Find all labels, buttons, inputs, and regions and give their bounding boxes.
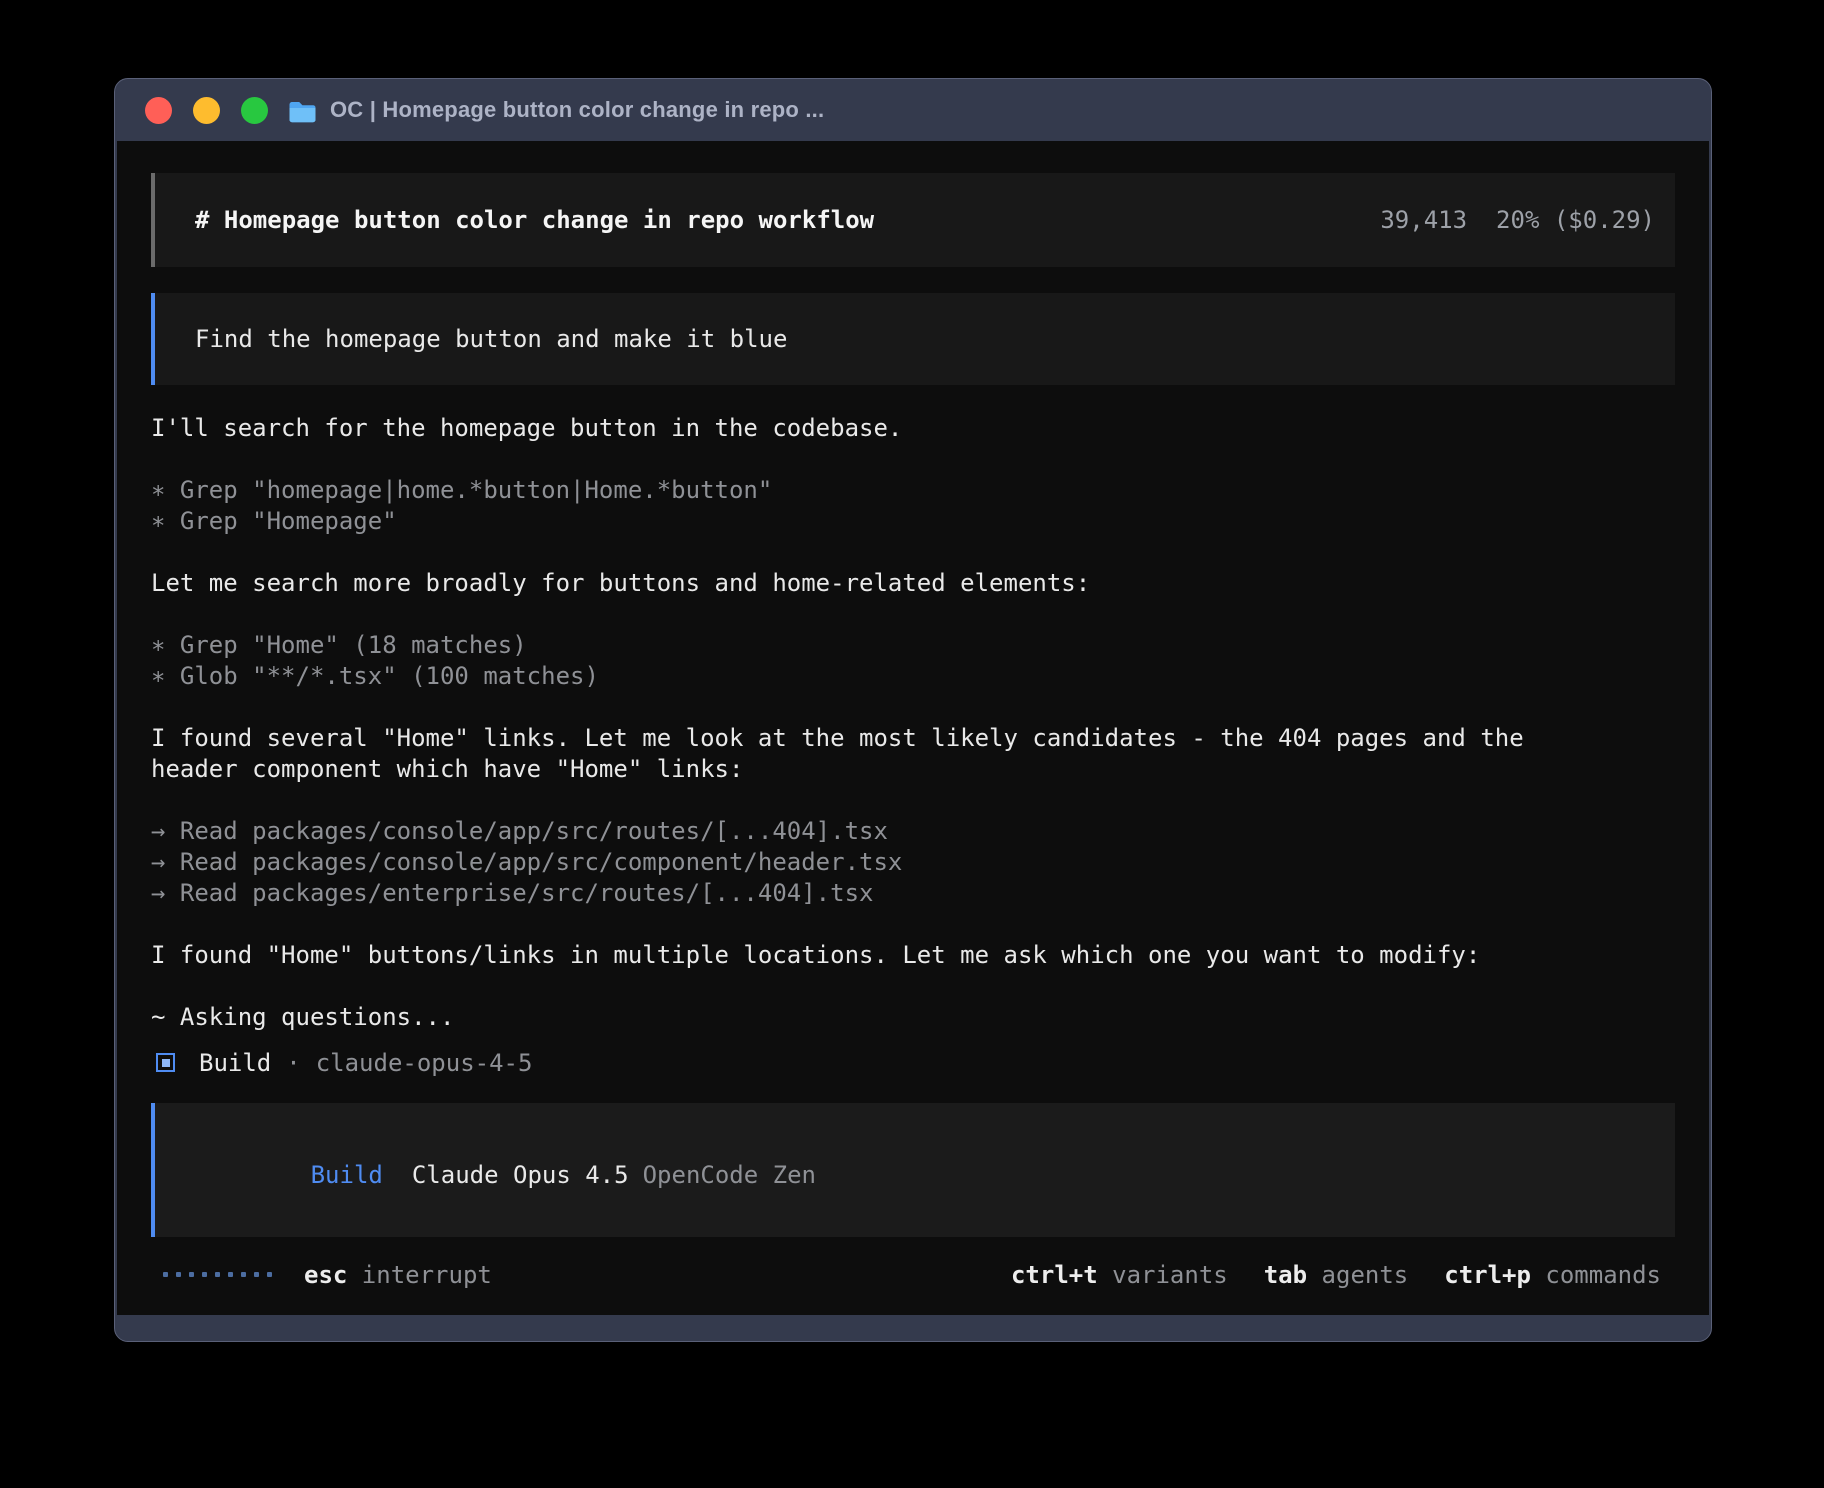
- token-count: 39,413: [1380, 206, 1467, 234]
- maximize-button[interactable]: [241, 97, 268, 124]
- folder-icon: [288, 100, 317, 123]
- terminal-window: OC | Homepage button color change in rep…: [114, 78, 1712, 1342]
- spinner-dot: [189, 1272, 194, 1277]
- agent-badge-icon: [156, 1053, 175, 1072]
- message-line: I found several "Home" links. Let me loo…: [151, 723, 1675, 754]
- hint-label: commands: [1531, 1261, 1661, 1289]
- message-line: → Read packages/console/app/src/routes/[…: [151, 816, 1675, 847]
- spinner-dot: [254, 1272, 259, 1277]
- traffic-lights: [145, 97, 268, 124]
- keyboard-hint: esc interrupt: [304, 1261, 492, 1289]
- message-line: ∗ Grep "Home" (18 matches): [151, 630, 1675, 661]
- agent-name: Build: [311, 1161, 383, 1189]
- message-line: ~ Asking questions...: [151, 1002, 1675, 1033]
- tool-call-list: ∗ Grep "Home" (18 matches)∗ Glob "**/*.t…: [151, 630, 1675, 692]
- left-keyboard-hints: esc interrupt: [304, 1261, 492, 1289]
- message-line: I'll search for the homepage button in t…: [151, 413, 1675, 444]
- hint-label: agents: [1307, 1261, 1408, 1289]
- spinner-dots: [163, 1272, 272, 1277]
- message-line: → Read packages/enterprise/src/routes/[.…: [151, 878, 1675, 909]
- right-keyboard-hints: ctrl+t variants tab agents ctrl+p commands: [1011, 1261, 1661, 1289]
- hint-key: ctrl+t: [1011, 1261, 1098, 1289]
- spinner-dot: [163, 1272, 168, 1277]
- window-title: OC | Homepage button color change in rep…: [330, 97, 824, 123]
- assistant-text: I found several "Home" links. Let me loo…: [151, 723, 1675, 785]
- session-title: # Homepage button color change in repo w…: [195, 206, 874, 234]
- spinner-dot: [228, 1272, 233, 1277]
- status-bar: esc interrupt ctrl+t variantstab agentsc…: [151, 1259, 1675, 1290]
- agent-status-model: claude-opus-4-5: [316, 1049, 533, 1077]
- prompt-input[interactable]: Build Claude Opus 4.5 OpenCode Zen: [151, 1103, 1675, 1237]
- close-button[interactable]: [145, 97, 172, 124]
- spinner-dot: [202, 1272, 207, 1277]
- tool-call-list: ∗ Grep "homepage|home.*button|Home.*butt…: [151, 475, 1675, 537]
- message-line: ∗ Grep "homepage|home.*button|Home.*butt…: [151, 475, 1675, 506]
- model-name: Claude Opus 4.5: [412, 1161, 629, 1189]
- message-line: ∗ Glob "**/*.tsx" (100 matches): [151, 661, 1675, 692]
- hint-key: ctrl+p: [1444, 1261, 1531, 1289]
- status-bar-left: esc interrupt: [163, 1261, 492, 1289]
- provider-name: OpenCode Zen: [643, 1161, 816, 1189]
- session-stats: 39,413 20% ($0.29): [1380, 206, 1655, 234]
- assistant-text: Let me search more broadly for buttons a…: [151, 568, 1675, 599]
- model-row: Build Claude Opus 4.5 OpenCode Zen: [195, 1129, 1675, 1222]
- message-line: → Read packages/console/app/src/componen…: [151, 847, 1675, 878]
- keyboard-hint: ctrl+p commands: [1444, 1261, 1661, 1289]
- tool-call-list: → Read packages/console/app/src/routes/[…: [151, 816, 1675, 909]
- context-usage-cost: 20% ($0.29): [1496, 206, 1655, 234]
- window-titlebar[interactable]: OC | Homepage button color change in rep…: [115, 79, 1711, 141]
- spinner-dot: [267, 1272, 272, 1277]
- conversation: I'll search for the homepage button in t…: [151, 413, 1675, 1033]
- terminal-content: # Homepage button color change in repo w…: [117, 141, 1709, 1315]
- spinner-dot: [241, 1272, 246, 1277]
- message-line: Let me search more broadly for buttons a…: [151, 568, 1675, 599]
- spinner-dot: [176, 1272, 181, 1277]
- message-line: I found "Home" buttons/links in multiple…: [151, 940, 1675, 971]
- minimize-button[interactable]: [193, 97, 220, 124]
- hint-key: esc: [304, 1261, 347, 1289]
- session-header: # Homepage button color change in repo w…: [151, 173, 1675, 267]
- user-message: Find the homepage button and make it blu…: [151, 293, 1675, 385]
- keyboard-hint: ctrl+t variants: [1011, 1261, 1228, 1289]
- spinner-dot: [215, 1272, 220, 1277]
- assistant-text: I found "Home" buttons/links in multiple…: [151, 940, 1675, 971]
- agent-status-name: Build: [199, 1049, 271, 1077]
- assistant-status: ~ Asking questions...: [151, 1002, 1675, 1033]
- agent-status-separator: ·: [286, 1049, 300, 1077]
- hint-label: interrupt: [347, 1261, 492, 1289]
- agent-status-row: Build · claude-opus-4-5: [151, 1047, 1675, 1078]
- assistant-text: I'll search for the homepage button in t…: [151, 413, 1675, 444]
- message-line: ∗ Grep "Homepage": [151, 506, 1675, 537]
- hint-key: tab: [1264, 1261, 1307, 1289]
- keyboard-hint: tab agents: [1264, 1261, 1409, 1289]
- message-line: header component which have "Home" links…: [151, 754, 1675, 785]
- user-message-text: Find the homepage button and make it blu…: [195, 325, 787, 353]
- hint-label: variants: [1098, 1261, 1228, 1289]
